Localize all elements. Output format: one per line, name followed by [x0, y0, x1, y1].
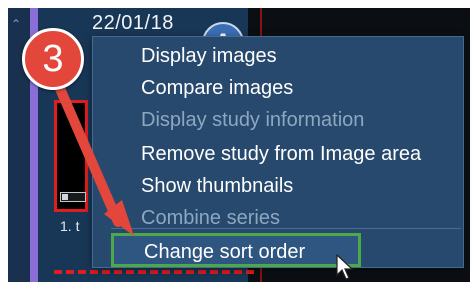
- mouse-cursor-icon: [336, 254, 354, 280]
- thumbnail-progress-fill: [62, 194, 68, 200]
- menu-item-compare-images[interactable]: Compare images: [141, 77, 293, 100]
- chevron-up-icon[interactable]: ⌃: [11, 18, 21, 30]
- menu-item-display-study-information: Display study information: [141, 109, 365, 131]
- menu-item-remove-study[interactable]: Remove study from Image area: [141, 143, 421, 166]
- menu-item-display-images[interactable]: Display images: [141, 45, 277, 68]
- menu-item-combine-series: Combine series: [141, 207, 280, 229]
- next-thumbnail-outline: [54, 270, 254, 274]
- series-label: 1. t: [60, 218, 80, 234]
- menu-separator: [111, 228, 461, 229]
- context-menu: Display images Compare images Display st…: [92, 36, 464, 268]
- step-callout: 3: [22, 28, 84, 90]
- study-date: 22/01/18: [92, 12, 174, 34]
- menu-item-show-thumbnails[interactable]: Show thumbnails: [141, 175, 293, 198]
- screenshot-stage: ⌃ 22/01/18 A 1. t Display images Compare…: [0, 0, 472, 282]
- menu-item-change-sort-order[interactable]: Change sort order: [111, 233, 361, 267]
